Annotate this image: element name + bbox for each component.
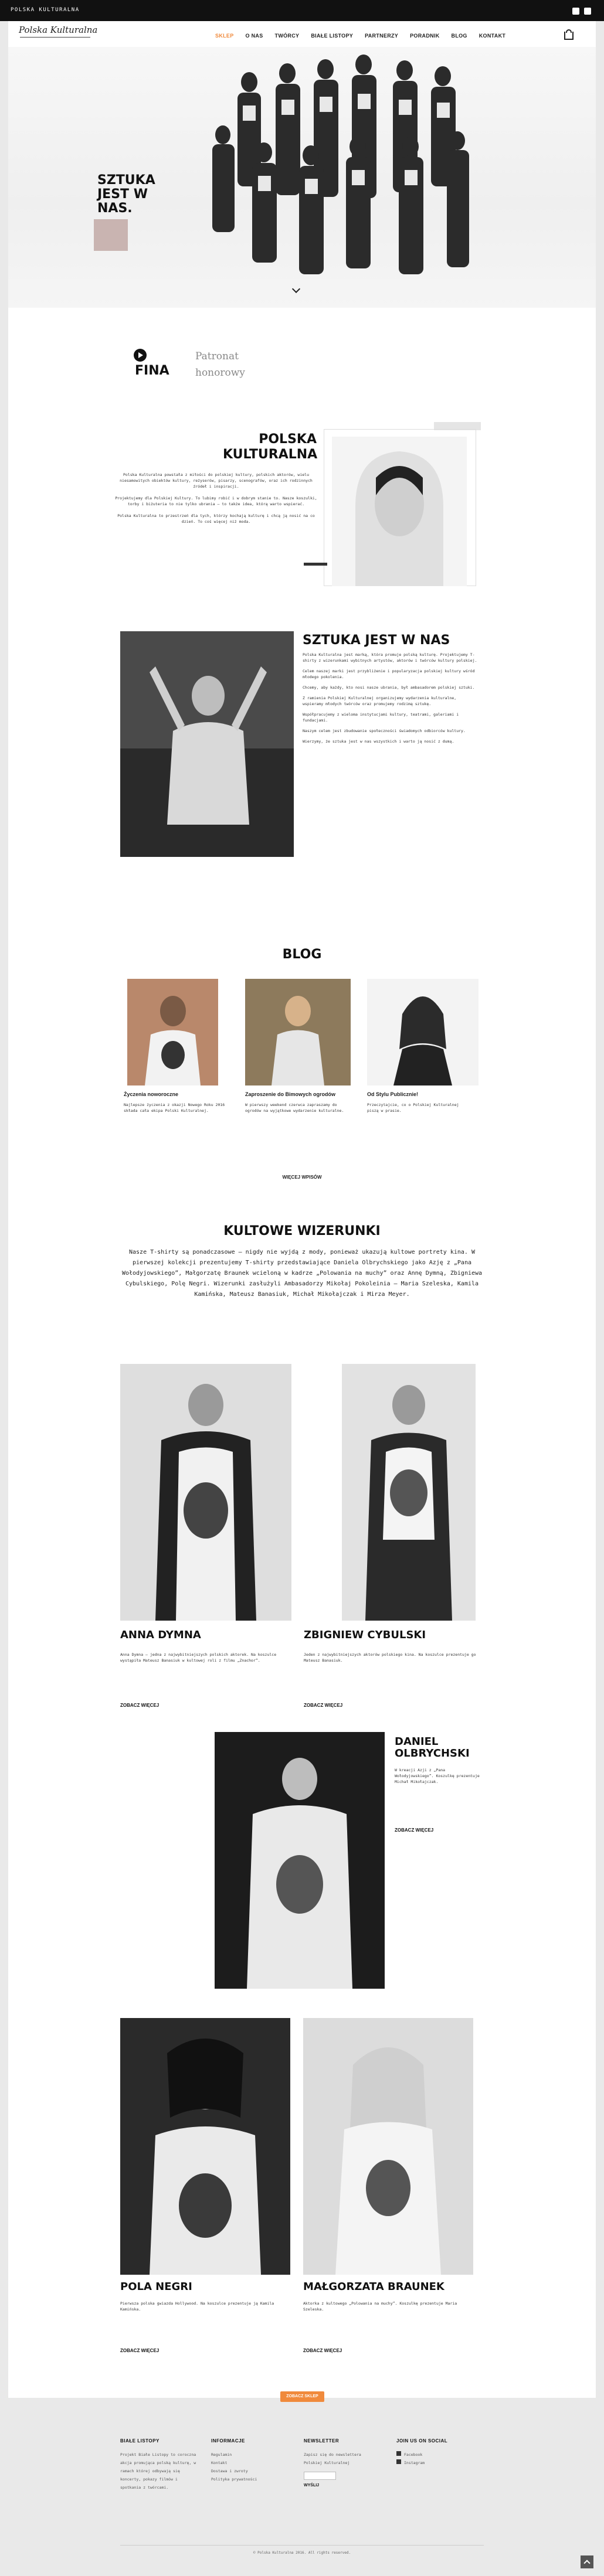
- kultowe-intro: Nasze T-shirty są ponadczasowe – nigdy n…: [121, 1249, 483, 1298]
- hero-group-photo: [212, 55, 469, 274]
- blog-post-title[interactable]: Od Stylu Publicznie!: [367, 1091, 418, 1097]
- nav-item-sklep[interactable]: SKLEP: [215, 33, 234, 39]
- sztuka-paragraph: Współpracujemy z wieloma instytucjami ku…: [303, 712, 459, 723]
- page: POLSKA KULTURALNA Polska Kulturalna SKLE…: [0, 0, 604, 2576]
- blog-title: BLOG: [282, 947, 322, 962]
- blog-post-title[interactable]: Życzenia noworoczne: [124, 1091, 178, 1097]
- back-to-top-icon[interactable]: [581, 2555, 593, 2568]
- footer-link[interactable]: Regulamin: [211, 2451, 281, 2459]
- main-nav: SKLEP O NAS TWÓRCY BIAŁE LISTOPY PARTNER…: [215, 33, 505, 39]
- blog-post-title[interactable]: Zaproszenie do Bimowych ogrodów: [245, 1091, 335, 1097]
- malgorzata-braunek-photo[interactable]: [303, 2018, 473, 2275]
- sztuka-title: SZTUKA JEST W NAS: [303, 633, 450, 648]
- blog-more-link[interactable]: WIĘCEJ WPISÓW: [0, 1175, 604, 1180]
- more-link[interactable]: ZOBACZ WIĘCEJ: [395, 1828, 433, 1833]
- more-link[interactable]: ZOBACZ WIĘCEJ: [120, 1703, 159, 1708]
- sztuka-photo: [120, 631, 294, 857]
- more-link[interactable]: ZOBACZ WIĘCEJ: [304, 1703, 342, 1708]
- footer-heading: JOIN US ON SOCIAL: [396, 2438, 448, 2444]
- person-description: Anna Dymna – jedna z najwybitniejszych p…: [120, 1652, 277, 1663]
- nav-item-o-nas[interactable]: O NAS: [246, 33, 263, 39]
- person-description: Jeden z najwybitniejszych aktorów polski…: [304, 1652, 476, 1663]
- sztuka-paragraph: Z ramienia Polskiej Kulturalnej organizu…: [303, 696, 457, 706]
- blog-post-image[interactable]: [245, 979, 351, 1085]
- footer-link[interactable]: Polityka prywatności: [211, 2475, 281, 2483]
- shop-button[interactable]: ZOBACZ SKLEP: [280, 2391, 324, 2402]
- nav-item-poradnik[interactable]: PORADNIK: [410, 33, 439, 39]
- footer-col-social: JOIN US ON SOCIAL Facebook Instagram: [396, 2438, 467, 2467]
- pk-decor-dash: [304, 563, 327, 566]
- pola-negri-photo[interactable]: [120, 2018, 290, 2275]
- person-name: POLA NEGRI: [120, 2281, 192, 2293]
- footer-link[interactable]: Dostawa i zwroty: [211, 2467, 281, 2475]
- patronat-text: Patronat honorowy: [195, 351, 245, 379]
- sztuka-paragraph: Wierzymy, że sztuka jest w nas wszystkic…: [303, 739, 454, 744]
- nav-item-biale-listopy[interactable]: BIAŁE LISTOPY: [311, 33, 353, 39]
- facebook-link[interactable]: Facebook: [396, 2451, 467, 2459]
- instagram-link[interactable]: Instagram: [396, 2459, 467, 2467]
- kultowe-title: KULTOWE WIZERUNKI: [223, 1224, 381, 1238]
- blog-post-image[interactable]: [367, 979, 479, 1085]
- copyright: © Polska Kulturalna 2016. All rights res…: [253, 2551, 351, 2555]
- pk-text: Polska Kulturalna powstała z miłości do …: [115, 472, 317, 525]
- footer-text: Zapisz się do newslettera Polskiej Kultu…: [304, 2452, 361, 2465]
- daniel-olbrychski-photo[interactable]: [215, 1732, 385, 1989]
- person-description: W kreacji Azji z „Pana Wołodyjowskiego”.…: [395, 1768, 480, 1784]
- blog-post-image[interactable]: [127, 979, 218, 1085]
- person-description: Aktorka z kultowego „Polowania na muchy”…: [303, 2301, 457, 2312]
- nav-item-partnerzy[interactable]: PARTNERZY: [365, 33, 398, 39]
- person-name: ANNA DYMNA: [120, 1629, 201, 1641]
- more-link[interactable]: ZOBACZ WIĘCEJ: [303, 2348, 342, 2353]
- zbigniew-cybulski-photo[interactable]: [342, 1364, 476, 1621]
- person-description: Pierwsza polska gwiazda Hollywood. Na ko…: [120, 2301, 274, 2312]
- nav-item-blog[interactable]: BLOG: [452, 33, 467, 39]
- sztuka-paragraph: Naszym celem jest zbudowanie społecznośc…: [303, 729, 466, 733]
- facebook-icon: [396, 2451, 401, 2456]
- nav-item-tworcy[interactable]: TWÓRCY: [275, 33, 300, 39]
- sztuka-paragraph: Chcemy, aby każdy, kto nosi nasze ubrani…: [303, 685, 475, 690]
- newsletter-send-button[interactable]: WYŚLIJ: [304, 2483, 374, 2487]
- sztuka-text: Polska Kulturalna jest marką, która prom…: [303, 652, 479, 749]
- blog-post-excerpt: W pierwszy weekend czerwca zapraszamy do…: [245, 1102, 344, 1113]
- nav-item-kontakt[interactable]: KONTAKT: [479, 33, 505, 39]
- pk-paragraph: Polska Kulturalna powstała z miłości do …: [120, 472, 313, 489]
- pk-paragraph: Projektujemy dla Polskiej Kultury. To lu…: [115, 496, 317, 506]
- fina-logo-text: FINA: [135, 363, 169, 378]
- footer-col-biale-listopy: BIAŁE LISTOPY Projekt Białe Listopy to c…: [120, 2438, 196, 2492]
- pk-title: POLSKA KULTURALNA: [223, 432, 318, 462]
- footer-heading: NEWSLETTER: [304, 2438, 340, 2444]
- hero-accent-box: [94, 219, 128, 251]
- sztuka-paragraph: Celem naszej marki jest przybliżenie i p…: [303, 669, 475, 679]
- footer-heading: INFORMACJE: [211, 2438, 245, 2444]
- fina-logo-icon: [134, 349, 147, 362]
- person-name: DANIEL OLBRYCHSKI: [395, 1736, 470, 1760]
- sztuka-paragraph: Polska Kulturalna jest marką, która prom…: [303, 652, 477, 663]
- newsletter-email-input[interactable]: [304, 2472, 336, 2480]
- hero-title: SZTUKA JEST W NAS.: [97, 173, 155, 216]
- footer-divider: [120, 2545, 484, 2546]
- blog-post-excerpt: Najlepsze życzenia z okazji Nowego Roku …: [124, 1102, 225, 1113]
- pk-paragraph: Polska Kulturalna to przestrzeń dla tych…: [117, 513, 315, 524]
- site-logo[interactable]: Polska Kulturalna: [19, 25, 97, 35]
- blog-post-excerpt: Przeczytajcie, co o Polskiej Kulturalnej…: [367, 1102, 459, 1113]
- social-link-label: Facebook: [404, 2452, 423, 2457]
- footer-heading: BIAŁE LISTOPY: [120, 2438, 160, 2444]
- instagram-icon: [396, 2459, 401, 2464]
- anna-dymna-photo[interactable]: [120, 1364, 291, 1621]
- logo-underline: [20, 37, 90, 38]
- person-name: ZBIGNIEW CYBULSKI: [304, 1629, 426, 1641]
- content-frame: [8, 21, 596, 2398]
- footer-col-newsletter: NEWSLETTER Zapisz się do newslettera Pol…: [304, 2438, 374, 2487]
- social-link-label: Instagram: [404, 2461, 425, 2465]
- footer-col-informacje: INFORMACJE Regulamin Kontakt Dostawa i z…: [211, 2438, 281, 2483]
- cart-icon[interactable]: [564, 32, 574, 40]
- more-link[interactable]: ZOBACZ WIĘCEJ: [120, 2348, 159, 2353]
- footer-link[interactable]: Kontakt: [211, 2459, 281, 2467]
- footer-text: Projekt Białe Listopy to coroczna akcja …: [120, 2452, 196, 2490]
- person-name: MAŁGORZATA BRAUNEK: [303, 2281, 444, 2293]
- pk-portrait-photo: [332, 437, 467, 586]
